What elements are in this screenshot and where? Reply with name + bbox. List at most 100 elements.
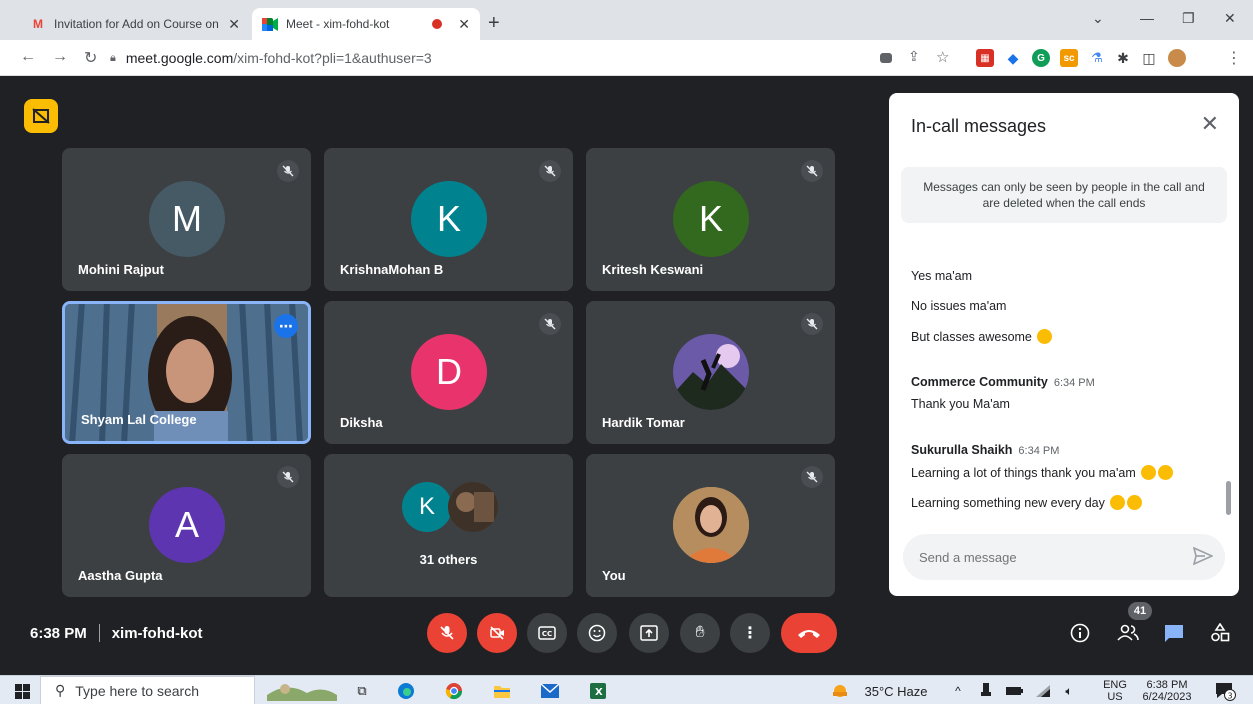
people-button[interactable] bbox=[1114, 619, 1142, 647]
participant-name: Hardik Tomar bbox=[602, 415, 685, 430]
tab-gmail[interactable]: M Invitation for Add on Course on ✕ bbox=[20, 8, 250, 40]
reactions-button[interactable] bbox=[577, 613, 617, 653]
divider bbox=[98, 624, 100, 642]
extension-cap-icon[interactable]: ◆ bbox=[1004, 49, 1022, 67]
captions-icon: CC bbox=[538, 626, 556, 640]
lock-icon[interactable]: 🔒︎ bbox=[110, 52, 116, 65]
captions-button[interactable]: CC bbox=[527, 613, 567, 653]
in-call-messages-panel: In-call messages ✕ Messages can only be … bbox=[889, 93, 1239, 596]
windows-taskbar: ⚲ Type here to search ⧉ X 35°C Haze ^ 🔈︎… bbox=[0, 675, 1253, 704]
camera-icon[interactable] bbox=[880, 53, 892, 63]
more-vert-icon: ⋮ bbox=[742, 625, 758, 642]
mic-toggle-button[interactable] bbox=[427, 613, 467, 653]
windows-start-icon[interactable] bbox=[12, 681, 32, 701]
message: Yes ma'am bbox=[911, 269, 972, 283]
wifi-icon[interactable] bbox=[1032, 681, 1054, 701]
extension-sc-icon[interactable]: sc bbox=[1060, 49, 1078, 67]
close-icon[interactable]: ✕ bbox=[228, 16, 240, 33]
meeting-details-button[interactable] bbox=[1066, 619, 1094, 647]
activities-button[interactable] bbox=[1206, 619, 1234, 647]
message-time: 6:34 PM bbox=[1053, 377, 1095, 389]
participant-tile[interactable]: A Aastha Gupta bbox=[62, 454, 311, 597]
tray-chevron-up-icon[interactable]: ^ bbox=[948, 681, 968, 701]
raise-hand-button[interactable]: ✋︎ bbox=[680, 613, 720, 653]
profile-photo bbox=[448, 482, 498, 532]
message-text: Learning something new every day bbox=[911, 496, 1105, 510]
share-icon[interactable]: ⇪ bbox=[908, 48, 920, 65]
url-path: /xim-fohd-kot?pli=1&authuser=3 bbox=[233, 50, 432, 66]
chrome-icon[interactable] bbox=[442, 681, 466, 701]
message-input[interactable] bbox=[903, 534, 1225, 580]
profile-avatar-icon[interactable] bbox=[1168, 49, 1186, 67]
extensions-puzzle-icon[interactable]: ✱ bbox=[1114, 49, 1132, 67]
edge-browser-icon[interactable] bbox=[394, 681, 418, 701]
people-icon bbox=[1117, 624, 1139, 641]
task-view-icon[interactable]: ⧉ bbox=[350, 681, 374, 701]
battery-icon[interactable] bbox=[1004, 681, 1026, 701]
extension-flask-icon[interactable]: ⚗ bbox=[1088, 49, 1106, 67]
others-tile[interactable]: K 31 others bbox=[324, 454, 573, 597]
tab-title: Meet - xim-fohd-kot bbox=[286, 17, 390, 31]
participant-tile[interactable]: D Diksha bbox=[324, 301, 573, 444]
volume-icon[interactable]: 🔈︎ bbox=[1058, 681, 1080, 701]
close-icon[interactable]: ✕ bbox=[1201, 111, 1219, 137]
participant-tile[interactable]: K Kritesh Keswani bbox=[586, 148, 835, 291]
excel-icon[interactable]: X bbox=[586, 681, 610, 701]
weather-text[interactable]: 35°C Haze bbox=[856, 681, 936, 701]
self-tile[interactable]: You bbox=[586, 454, 835, 597]
message-sender: Sukurulla Shaikh 6:34 PM bbox=[911, 443, 1059, 457]
message-with-emoji: But classes awesome bbox=[911, 329, 1053, 344]
browser-tabstrip: M Invitation for Add on Course on ✕ Meet… bbox=[0, 0, 1253, 40]
participant-name: Kritesh Keswani bbox=[602, 262, 704, 277]
more-options-button[interactable]: ⋮ bbox=[730, 613, 770, 653]
tab-meet[interactable]: Meet - xim-fohd-kot ✕ bbox=[252, 8, 480, 40]
participant-tile[interactable]: M Mohini Rajput bbox=[62, 148, 311, 291]
extension-grammarly-icon[interactable]: G bbox=[1032, 49, 1050, 67]
mic-off-icon bbox=[539, 313, 561, 335]
bookmark-star-icon[interactable]: ☆ bbox=[936, 48, 949, 66]
participant-tile[interactable]: K KrishnaMohan B bbox=[324, 148, 573, 291]
minimize-icon[interactable]: — bbox=[1140, 10, 1154, 26]
menu-kebab-icon[interactable]: ⋮ bbox=[1226, 48, 1242, 68]
taskbar-search[interactable]: ⚲ Type here to search bbox=[40, 676, 255, 704]
leave-call-button[interactable] bbox=[781, 613, 837, 653]
back-icon[interactable]: ← bbox=[20, 48, 36, 66]
chat-scrollbar[interactable] bbox=[1226, 481, 1231, 515]
camera-toggle-button[interactable] bbox=[477, 613, 517, 653]
more-options-icon[interactable]: ⋯ bbox=[274, 314, 298, 338]
clock-date: 6/24/2023 bbox=[1142, 691, 1192, 703]
avatar: K bbox=[673, 181, 749, 257]
camera-off-icon bbox=[490, 626, 504, 640]
language-indicator[interactable]: ENG US bbox=[1100, 679, 1130, 703]
file-explorer-icon[interactable] bbox=[490, 681, 514, 701]
taskbar-search-highlight-icon[interactable] bbox=[266, 681, 338, 701]
meeting-time: 6:38 PM bbox=[30, 624, 87, 642]
no-video-tile-icon[interactable] bbox=[24, 99, 58, 133]
participant-name: Aastha Gupta bbox=[78, 568, 163, 583]
taskbar-clock[interactable]: 6:38 PM 6/24/2023 bbox=[1138, 679, 1196, 703]
smile-emoji-icon bbox=[1141, 465, 1157, 480]
weather-sun-icon[interactable] bbox=[828, 681, 852, 701]
side-panel-icon[interactable]: ◫ bbox=[1140, 49, 1158, 67]
mic-off-icon bbox=[440, 626, 454, 640]
hand-icon: ✋︎ bbox=[695, 624, 705, 641]
address-bar[interactable]: 🔒︎ meet.google.com/xim-fohd-kot?pli=1&au… bbox=[110, 45, 850, 71]
new-tab-icon[interactable]: + bbox=[488, 12, 500, 35]
notification-center-icon[interactable]: 3 bbox=[1212, 681, 1238, 701]
forward-icon[interactable]: → bbox=[52, 48, 68, 66]
lang-secondary: US bbox=[1107, 691, 1123, 703]
mail-icon[interactable] bbox=[538, 681, 562, 701]
tab-search-icon[interactable]: ⌄ bbox=[1092, 10, 1104, 27]
present-button[interactable] bbox=[629, 613, 669, 653]
usb-icon[interactable] bbox=[976, 681, 996, 701]
participant-tile[interactable]: Hardik Tomar bbox=[586, 301, 835, 444]
reload-icon[interactable]: ↻ bbox=[84, 48, 97, 68]
chat-button[interactable] bbox=[1160, 619, 1188, 647]
send-icon[interactable] bbox=[1192, 546, 1214, 570]
participant-video-tile[interactable]: ⋯ Shyam Lal College bbox=[62, 301, 311, 444]
close-icon[interactable]: ✕ bbox=[458, 16, 470, 33]
message-with-emoji: Learning a lot of things thank you ma'am bbox=[911, 465, 1174, 480]
window-close-icon[interactable]: ✕ bbox=[1224, 10, 1236, 27]
restore-icon[interactable]: ❐ bbox=[1182, 10, 1195, 27]
extension-pdf-icon[interactable]: ▦ bbox=[976, 49, 994, 67]
